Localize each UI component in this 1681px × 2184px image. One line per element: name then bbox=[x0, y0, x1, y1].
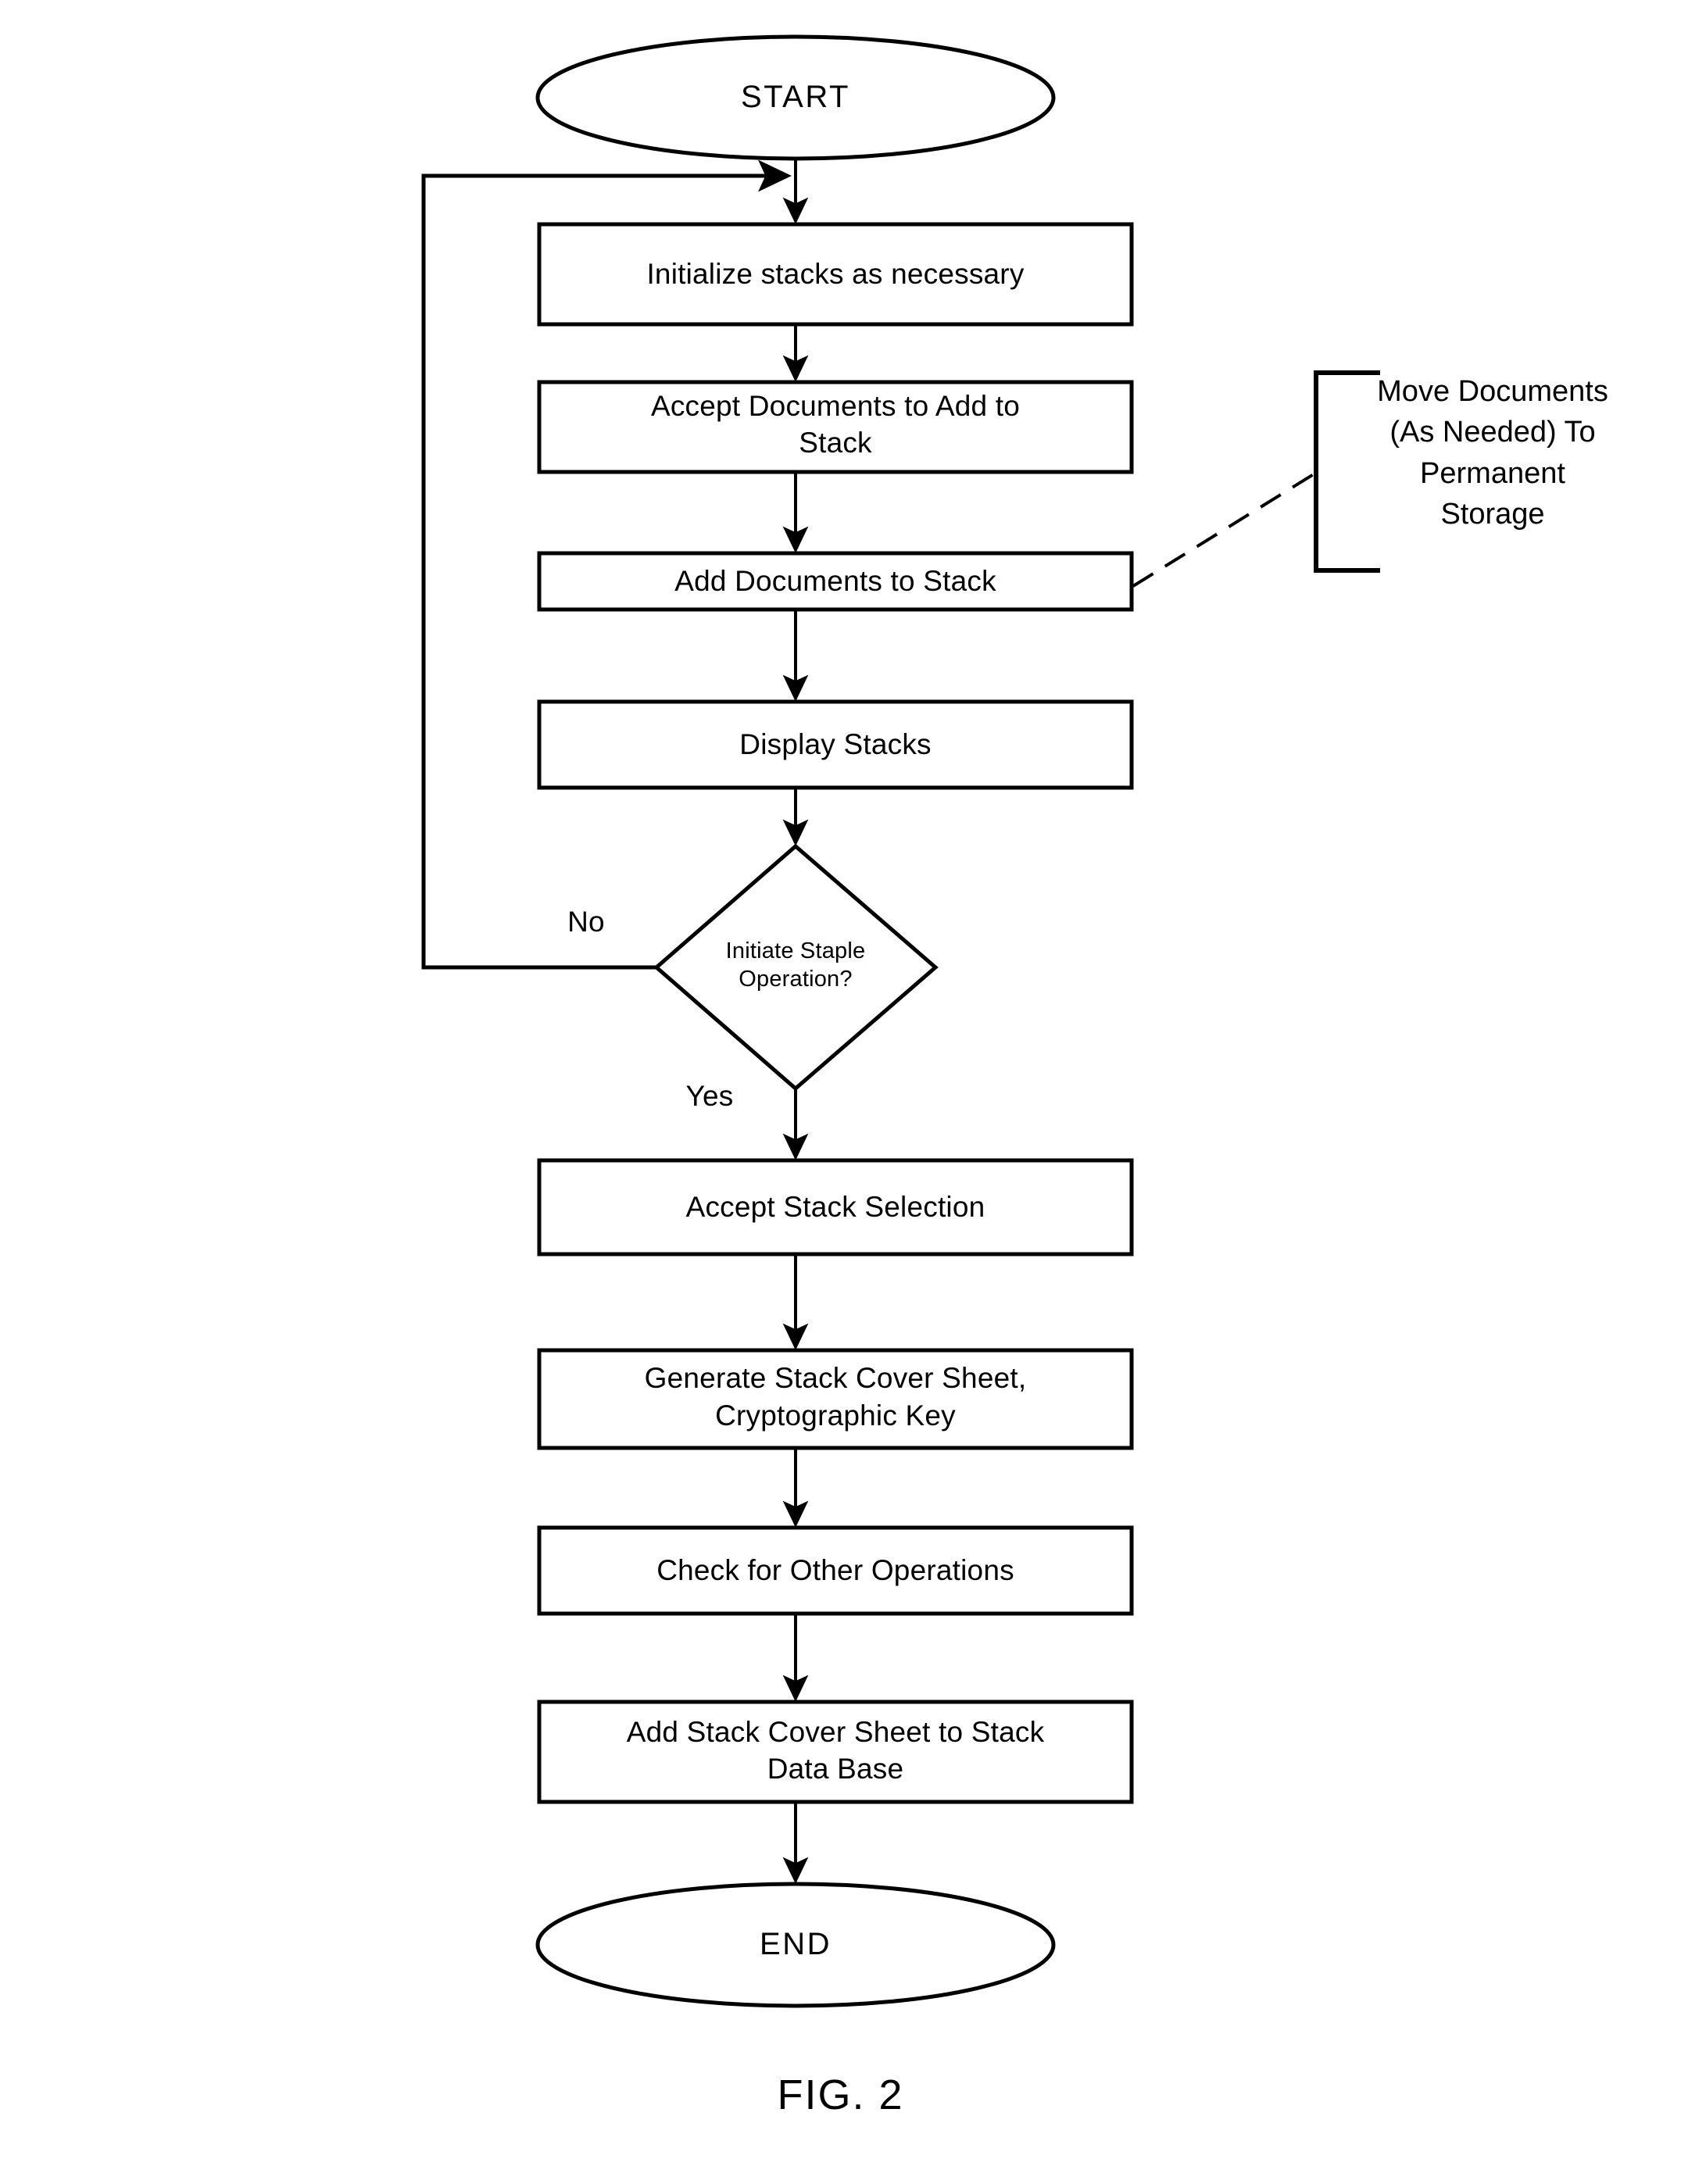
end-terminal-shape bbox=[535, 1882, 1056, 2008]
move-documents-callout-label: Move Documents (As Needed) To Permanent … bbox=[1377, 375, 1608, 531]
accept-stack-selection-box-shape bbox=[537, 1158, 1134, 1256]
figure-caption: FIG. 2 bbox=[777, 2071, 904, 2118]
check-other-operations-box-shape bbox=[537, 1525, 1134, 1616]
start-terminal-shape bbox=[535, 34, 1056, 161]
move-documents-callout-connector bbox=[1132, 471, 1318, 588]
generate-cover-sheet-box-shape bbox=[537, 1348, 1134, 1450]
flowchart-svg bbox=[421, 34, 1380, 2008]
figure-container: START Initialize stacks as necessary Acc… bbox=[0, 0, 1681, 2184]
display-stacks-box-shape bbox=[537, 699, 1134, 790]
edge-decision-no-loopback bbox=[421, 159, 792, 970]
decision-diamond-shape bbox=[653, 843, 939, 1092]
initialize-box-shape bbox=[537, 222, 1134, 327]
accept-documents-box-shape bbox=[537, 380, 1134, 474]
add-cover-sheet-db-box-shape bbox=[537, 1700, 1134, 1804]
add-documents-box-shape bbox=[537, 551, 1134, 612]
